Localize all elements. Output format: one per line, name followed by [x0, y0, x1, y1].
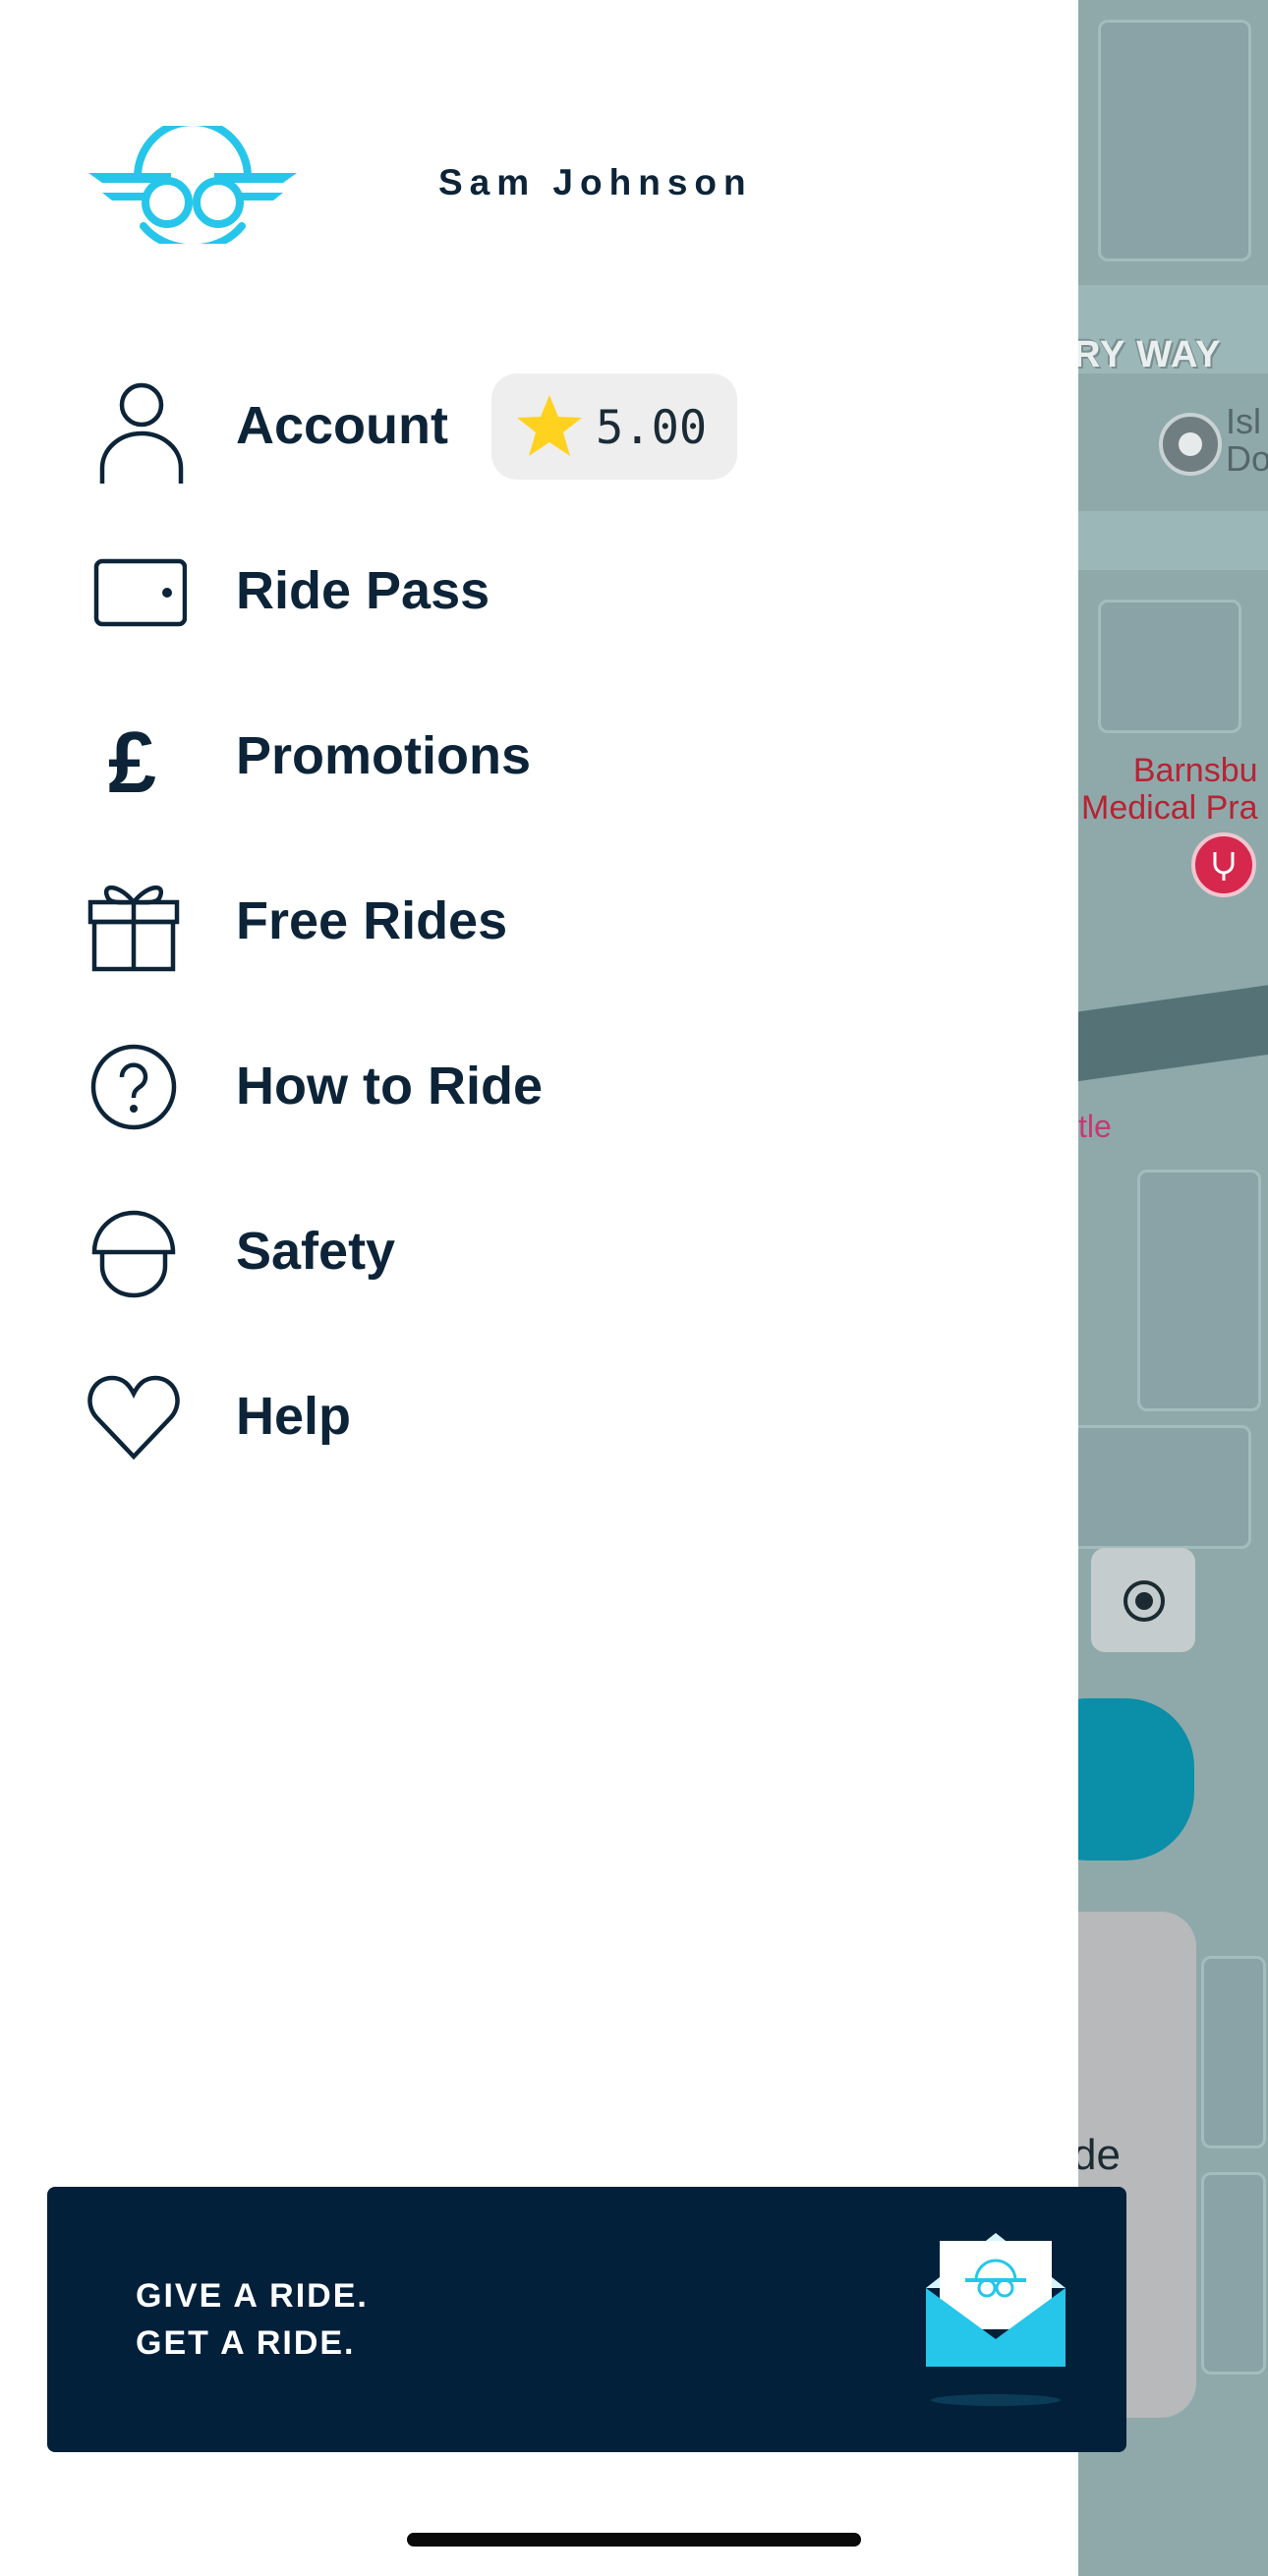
helmet-icon: [85, 1201, 187, 1303]
map-road: [1078, 511, 1268, 570]
menu-label: Safety: [236, 1222, 396, 1281]
map-block: [1137, 1170, 1261, 1411]
menu-label: Ride Pass: [236, 561, 490, 620]
heart-icon: [85, 1366, 187, 1468]
envelope-icon: [922, 2231, 1069, 2413]
menu-label: Promotions: [236, 726, 532, 785]
map-poi-medical-label: Barnsbu Medical Pra: [1081, 752, 1258, 827]
locate-icon-dot: [1135, 1592, 1153, 1610]
map-block: [1201, 1956, 1266, 2148]
wallet-icon: [85, 541, 188, 643]
map-block: [1098, 20, 1251, 261]
map-poi-label: tle: [1078, 1109, 1112, 1144]
menu-label: Account: [236, 396, 448, 455]
invite-promo-banner[interactable]: GIVE A RIDE. GET A RIDE.: [47, 2187, 1126, 2452]
map-pin-gray-icon[interactable]: [1159, 413, 1222, 476]
menu-item-ride-pass[interactable]: Ride Pass: [0, 533, 983, 651]
map-block: [1098, 600, 1241, 733]
map-main-road: [1078, 982, 1268, 1082]
promo-line-1: GIVE A RIDE.: [136, 2277, 369, 2315]
question-icon: [85, 1036, 187, 1138]
promo-line-2: GET A RIDE.: [136, 2324, 356, 2362]
gift-icon: [85, 871, 187, 973]
user-name[interactable]: Sam Johnson: [438, 162, 753, 203]
menu-item-free-rides[interactable]: Free Rides: [0, 863, 983, 981]
menu-item-safety[interactable]: Safety: [0, 1193, 983, 1311]
menu-label: Free Rides: [236, 891, 508, 950]
rating-badge[interactable]: 5.00: [491, 373, 737, 480]
map-card-text: de: [1078, 2131, 1121, 2179]
pound-icon: £: [85, 706, 187, 811]
home-indicator[interactable]: [407, 2533, 861, 2547]
map-street-label: RY WAY: [1078, 334, 1222, 375]
menu-label: Help: [236, 1387, 352, 1446]
svg-text:£: £: [108, 714, 156, 808]
bird-logo-icon: [88, 118, 297, 253]
star-icon: [517, 395, 582, 456]
menu-item-how-to-ride[interactable]: How to Ride: [0, 1028, 983, 1146]
map-poi-label: Isl Do: [1226, 401, 1268, 479]
map-block: [1201, 2172, 1266, 2375]
map-block: [1078, 1425, 1251, 1549]
menu-label: How to Ride: [236, 1057, 543, 1116]
rating-value: 5.00: [596, 401, 708, 455]
person-icon: [85, 381, 187, 484]
menu-item-help[interactable]: Help: [0, 1358, 983, 1476]
medical-pin-icon[interactable]: [1191, 832, 1256, 897]
locate-me-button[interactable]: [1091, 1548, 1195, 1652]
menu-item-promotions[interactable]: £ Promotions: [0, 698, 983, 816]
side-drawer: Sam Johnson Account 5.00 Ride Pass £ Pro…: [0, 0, 1126, 2576]
map-action-button[interactable]: [1078, 1698, 1194, 1860]
